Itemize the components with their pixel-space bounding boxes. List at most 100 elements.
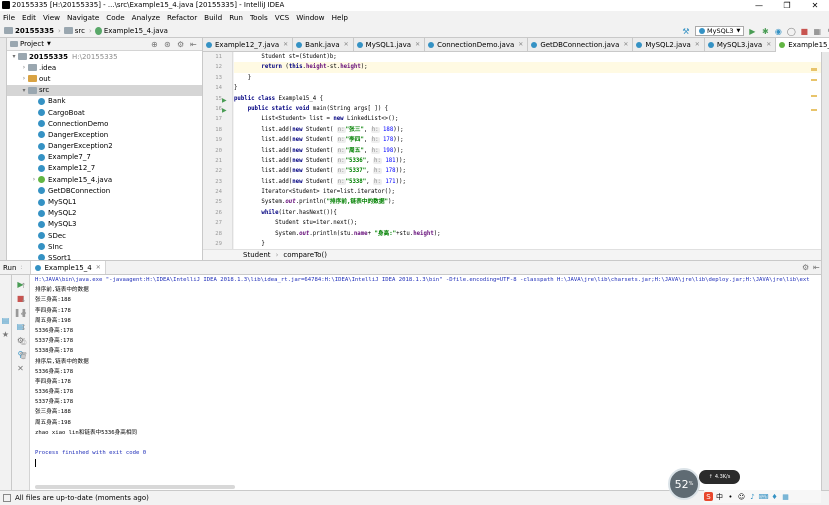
project-panel-title[interactable]: Project <box>20 40 44 48</box>
editor-scroll-markers[interactable] <box>811 58 817 248</box>
maximize-button[interactable]: ❐ <box>773 0 801 11</box>
run-icon[interactable]: ▶ <box>747 26 757 36</box>
tree-item-getdbconnection[interactable]: GetDBConnection <box>7 185 202 196</box>
close-icon[interactable]: ✕ <box>695 41 700 48</box>
sogou-icon[interactable]: S <box>704 492 713 501</box>
coverage-icon[interactable]: ◉ <box>773 26 783 36</box>
tree-item-20155335[interactable]: ▾ 20155335 H:\20155335 <box>7 51 202 62</box>
breadcrumb-class[interactable]: Student <box>243 251 271 259</box>
breadcrumb-project[interactable]: 20155335 <box>4 27 54 35</box>
up-arrow-icon[interactable]: ↑ <box>19 281 29 291</box>
collapse-icon[interactable]: ⊛ <box>164 40 171 49</box>
tree-item-mysql2[interactable]: MySQL2 <box>7 208 202 219</box>
tree-item-connectiondemo[interactable]: ConnectionDemo <box>7 118 202 129</box>
menu-tools[interactable]: Tools <box>250 13 268 22</box>
tab-getdbconnection[interactable]: GetDBConnection.java ✕ <box>528 37 634 52</box>
menu-help[interactable]: Help <box>332 13 348 22</box>
breadcrumb-src[interactable]: › src <box>58 27 85 35</box>
debug-icon[interactable]: ✱ <box>760 26 770 36</box>
chevron-down-icon[interactable]: ▼ <box>47 41 51 47</box>
tree-item-example15-4-java[interactable]: › Example15_4.java <box>7 174 202 185</box>
breadcrumb-method[interactable]: compareTo() <box>283 251 327 259</box>
code-editor[interactable]: Student st=(Student)b; return (this.heig… <box>234 52 821 249</box>
tree-item-out[interactable]: › out <box>7 73 202 84</box>
tab-connectiondemo[interactable]: ConnectionDemo.java ✕ <box>425 37 529 52</box>
project-structure-icon[interactable]: ▦ <box>812 26 822 36</box>
menu-analyze[interactable]: Analyze <box>132 13 160 22</box>
tab-mysql2[interactable]: MySQL2.java ✕ <box>633 37 705 52</box>
tree-item-dangerexception2[interactable]: DangerException2 <box>7 141 202 152</box>
structure-icon[interactable]: ▤ <box>1 315 11 325</box>
gear-icon[interactable]: ⚙ <box>177 40 184 49</box>
tree-item-bank[interactable]: Bank <box>7 96 202 107</box>
tree-item-cargoboat[interactable]: CargoBoat <box>7 107 202 118</box>
tab-bank[interactable]: Bank.java ✕ <box>293 37 354 52</box>
menu-refactor[interactable]: Refactor <box>167 13 197 22</box>
menu-navigate[interactable]: Navigate <box>67 13 99 22</box>
down-arrow-icon[interactable]: ↓ <box>19 295 29 305</box>
breadcrumb-file[interactable]: › Example15_4.java <box>89 26 168 35</box>
tree-item-dangerexception[interactable]: DangerException <box>7 129 202 140</box>
close-icon[interactable]: ✕ <box>283 41 288 48</box>
tab-example12-7[interactable]: Example12_7.java ✕ <box>203 37 294 52</box>
tree-item--idea[interactable]: › .idea <box>7 62 202 73</box>
tree-item-src[interactable]: ▾ src <box>7 84 202 96</box>
menu-view[interactable]: View <box>43 13 60 22</box>
chevron-down-icon[interactable]: ▾ <box>20 87 28 94</box>
menu-code[interactable]: Code <box>106 13 124 22</box>
performance-widget[interactable]: 52% <box>668 468 700 500</box>
tree-item-mysql3[interactable]: MySQL3 <box>7 219 202 230</box>
tree-item-sinc[interactable]: SInc <box>7 241 202 252</box>
skin-icon[interactable]: ♦ <box>770 492 779 501</box>
menu-build[interactable]: Build <box>204 13 222 22</box>
chevron-right-icon[interactable]: › <box>30 176 38 183</box>
hide-icon[interactable]: ⇤ <box>813 263 820 272</box>
microphone-icon[interactable]: ♪ <box>748 492 757 501</box>
hammer-icon[interactable]: ⚒ <box>681 26 691 36</box>
run-gutter-icon[interactable]: ▶ <box>222 107 227 114</box>
horizontal-scrollbar[interactable] <box>35 485 235 489</box>
menu-vcs[interactable]: VCS <box>275 13 290 22</box>
emoji-icon[interactable]: ☺ <box>737 492 746 501</box>
chevron-down-icon[interactable]: ▾ <box>10 53 18 60</box>
menu-window[interactable]: Window <box>296 13 324 22</box>
hide-icon[interactable]: ⇤ <box>190 40 197 49</box>
menu-edit[interactable]: Edit <box>22 13 36 22</box>
run-gutter-icon[interactable]: ▶ <box>222 97 227 104</box>
soft-wrap-icon[interactable]: ↩ <box>19 309 29 319</box>
toolbox-icon[interactable]: ▦ <box>781 492 790 501</box>
close-button[interactable]: ✕ <box>801 0 829 11</box>
gear-icon[interactable]: ⚙ <box>802 263 809 272</box>
search-icon[interactable]: ⚲ <box>825 26 829 36</box>
close-icon[interactable]: ✕ <box>96 264 101 271</box>
tab-mysql3[interactable]: MySQL3.java ✕ <box>705 37 777 52</box>
chevron-right-icon[interactable]: › <box>20 64 28 71</box>
close-icon[interactable]: ✕ <box>623 41 628 48</box>
menu-file[interactable]: File <box>3 13 15 22</box>
print-icon[interactable]: ⎙ <box>19 337 29 347</box>
menu-run[interactable]: Run <box>229 13 243 22</box>
profile-icon[interactable]: ◯ <box>786 26 796 36</box>
console-output[interactable]: H:\JAVA\bin\java.exe "-javaagent:H:\IDEA… <box>30 275 821 490</box>
tab-mysql1[interactable]: MySQL1.java ✕ <box>354 37 426 52</box>
close-icon[interactable]: ✕ <box>518 41 523 48</box>
tab-example15-4[interactable]: Example15_4.java✕ <box>776 37 829 52</box>
close-icon[interactable]: ✕ <box>766 41 771 48</box>
tree-item-example7-7[interactable]: Example7_7 <box>7 152 202 163</box>
stop-icon[interactable]: ■ <box>799 26 809 36</box>
tree-item-mysql1[interactable]: MySQL1 <box>7 196 202 207</box>
chevron-right-icon[interactable]: › <box>20 75 28 82</box>
punctuation-icon[interactable]: • <box>726 492 735 501</box>
keyboard-icon[interactable]: ⌨ <box>758 492 768 501</box>
favorites-icon[interactable]: ★ <box>1 329 11 339</box>
tree-item-sdec[interactable]: SDec <box>7 230 202 241</box>
tree-item-example12-7[interactable]: Example12_7 <box>7 163 202 174</box>
tool-window-toggle-icon[interactable] <box>3 494 11 502</box>
run-tab[interactable]: Example15_4 ✕ <box>30 261 106 274</box>
ime-mode-icon[interactable]: 中 <box>715 492 724 501</box>
close-icon[interactable]: ✕ <box>415 41 420 48</box>
close-icon[interactable]: ✕ <box>344 41 349 48</box>
scroll-end-icon[interactable]: ↧ <box>19 323 29 333</box>
minimize-button[interactable]: — <box>745 0 773 11</box>
trash-icon[interactable]: 🗑 <box>19 351 29 361</box>
